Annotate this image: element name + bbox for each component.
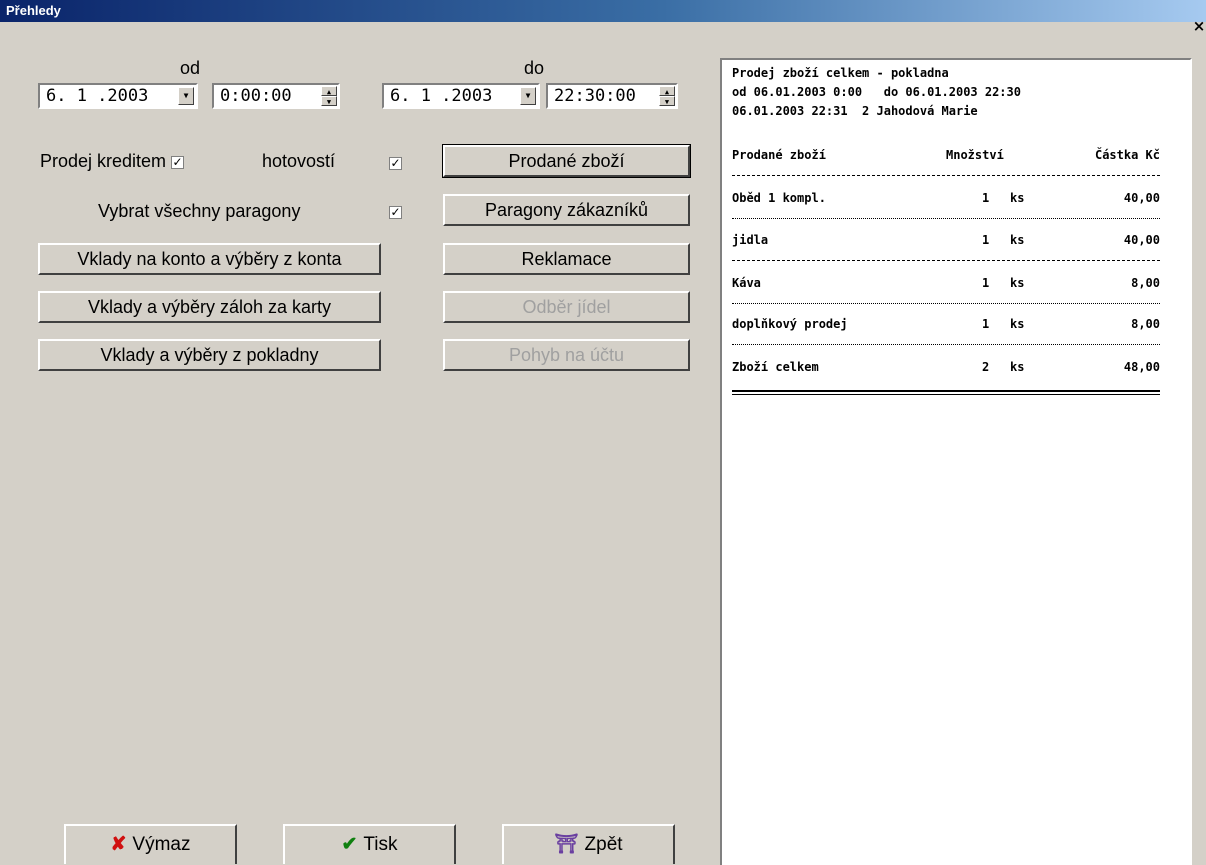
col-qty-header: Množství — [946, 148, 1004, 162]
row-qty: 1 — [982, 276, 990, 290]
to-label: do — [524, 58, 545, 78]
row-unit: ks — [1010, 191, 1025, 205]
cash-label: hotovostí — [262, 151, 336, 171]
row-unit: ks — [1010, 233, 1025, 247]
report-total-row: Zboží celkem 2 ks 48,00 — [732, 360, 1160, 378]
sold-goods-button[interactable]: Prodané zboží — [442, 144, 691, 178]
to-time-field[interactable]: 22:30:00 ▲ ▼ — [546, 83, 678, 109]
total-underline — [732, 390, 1160, 395]
separator — [732, 218, 1160, 219]
row-amount: 40,00 — [1123, 191, 1160, 205]
deposits-cards-button[interactable]: Vklady a výběry záloh za karty — [38, 291, 381, 323]
meal-pickup-button[interactable]: Odběr jídel — [443, 291, 690, 323]
row-amount: 40,00 — [1123, 233, 1160, 247]
report-header-row: Prodané zboží Množství Částka Kč — [732, 148, 1160, 166]
credit-label: Prodej kreditem — [40, 151, 167, 171]
report-range: od 06.01.2003 0:00 do 06.01.2003 22:30 — [732, 85, 1021, 99]
row-unit: ks — [1010, 276, 1025, 290]
delete-button[interactable]: ✘ Výmaz — [64, 824, 237, 864]
back-label: Zpět — [584, 834, 623, 855]
chevron-down-icon[interactable]: ▼ — [520, 87, 536, 105]
check-icon: ✓ — [390, 205, 401, 219]
row-unit: ks — [1010, 317, 1025, 331]
report-row: jidla 1 ks 40,00 — [732, 233, 1160, 251]
cash-option: hotovostí — [262, 151, 335, 172]
row-unit: ks — [1010, 360, 1025, 374]
credit-checkbox[interactable]: ✓ — [171, 154, 185, 169]
print-label: Tisk — [363, 834, 398, 855]
report-timestamp-user: 06.01.2003 22:31 2 Jahodová Marie — [732, 104, 978, 118]
report-row: Oběd 1 kompl. 1 ks 40,00 — [732, 191, 1160, 209]
row-amount: 48,00 — [1123, 360, 1160, 374]
report-row: doplňkový prodej 1 ks 8,00 — [732, 317, 1160, 335]
row-amount: 8,00 — [1131, 317, 1160, 331]
row-item: Káva — [732, 276, 761, 290]
print-button[interactable]: ✔ Tisk — [283, 824, 456, 864]
col-item-header: Prodané zboží — [732, 148, 826, 162]
row-qty: 1 — [982, 317, 990, 331]
exit-door-icon: ⛩ — [554, 834, 579, 855]
credit-option: Prodej kreditem ✓ — [40, 151, 185, 172]
from-date-value: 6. 1 .2003 — [46, 86, 149, 106]
from-time-value: 0:00:00 — [220, 86, 292, 106]
from-time-field[interactable]: 0:00:00 ▲ ▼ — [212, 83, 340, 109]
deposits-account-button[interactable]: Vklady na konto a výběry z konta — [38, 243, 381, 275]
close-button[interactable]: × — [1192, 19, 1206, 34]
time-spinner[interactable]: ▲ ▼ — [659, 86, 675, 106]
report-panel: Prodej zboží celkem - pokladna od 06.01.… — [720, 58, 1192, 865]
report-row: Káva 1 ks 8,00 — [732, 276, 1160, 294]
complaints-button[interactable]: Reklamace — [443, 243, 690, 275]
separator — [732, 260, 1160, 261]
window-title: Přehledy — [6, 3, 61, 18]
cash-checkbox[interactable]: ✓ — [389, 157, 402, 170]
check-icon: ✓ — [172, 154, 183, 169]
all-receipts-label: Vybrat všechny paragony — [98, 201, 301, 221]
row-qty: 1 — [982, 233, 990, 247]
account-movement-button[interactable]: Pohyb na účtu — [443, 339, 690, 371]
row-qty: 2 — [982, 360, 990, 374]
from-label: od — [180, 58, 201, 78]
close-icon: ✘ — [110, 834, 127, 855]
check-icon: ✓ — [390, 156, 401, 170]
chevron-down-icon[interactable]: ▼ — [178, 87, 194, 105]
time-spinner[interactable]: ▲ ▼ — [321, 86, 337, 106]
title-bar: Přehledy — [0, 0, 1206, 22]
separator — [732, 344, 1160, 345]
customer-receipts-button[interactable]: Paragony zákazníků — [443, 194, 690, 226]
spin-down-icon[interactable]: ▼ — [321, 96, 337, 106]
row-item: doplňkový prodej — [732, 317, 848, 331]
row-item: Zboží celkem — [732, 360, 819, 374]
spin-down-icon[interactable]: ▼ — [659, 96, 675, 106]
row-qty: 1 — [982, 191, 990, 205]
from-date-field[interactable]: 6. 1 .2003 ▼ — [38, 83, 198, 109]
separator — [732, 303, 1160, 304]
col-amount-header: Částka Kč — [1094, 148, 1160, 162]
back-button[interactable]: ⛩ Zpět — [502, 824, 675, 864]
report-title: Prodej zboží celkem - pokladna — [732, 66, 949, 80]
row-amount: 8,00 — [1131, 276, 1160, 290]
delete-label: Výmaz — [132, 834, 191, 855]
separator — [732, 175, 1160, 176]
to-date-field[interactable]: 6. 1 .2003 ▼ — [382, 83, 540, 109]
all-receipts-option: Vybrat všechny paragony — [98, 201, 300, 222]
to-time-value: 22:30:00 — [554, 86, 636, 106]
to-date-value: 6. 1 .2003 — [390, 86, 493, 106]
all-receipts-checkbox[interactable]: ✓ — [389, 206, 402, 219]
row-item: Oběd 1 kompl. — [732, 191, 826, 205]
deposits-register-button[interactable]: Vklady a výběry z pokladny — [38, 339, 381, 371]
spin-up-icon[interactable]: ▲ — [321, 86, 337, 96]
spin-up-icon[interactable]: ▲ — [659, 86, 675, 96]
row-item: jidla — [732, 233, 769, 247]
checkmark-icon: ✔ — [341, 834, 358, 855]
